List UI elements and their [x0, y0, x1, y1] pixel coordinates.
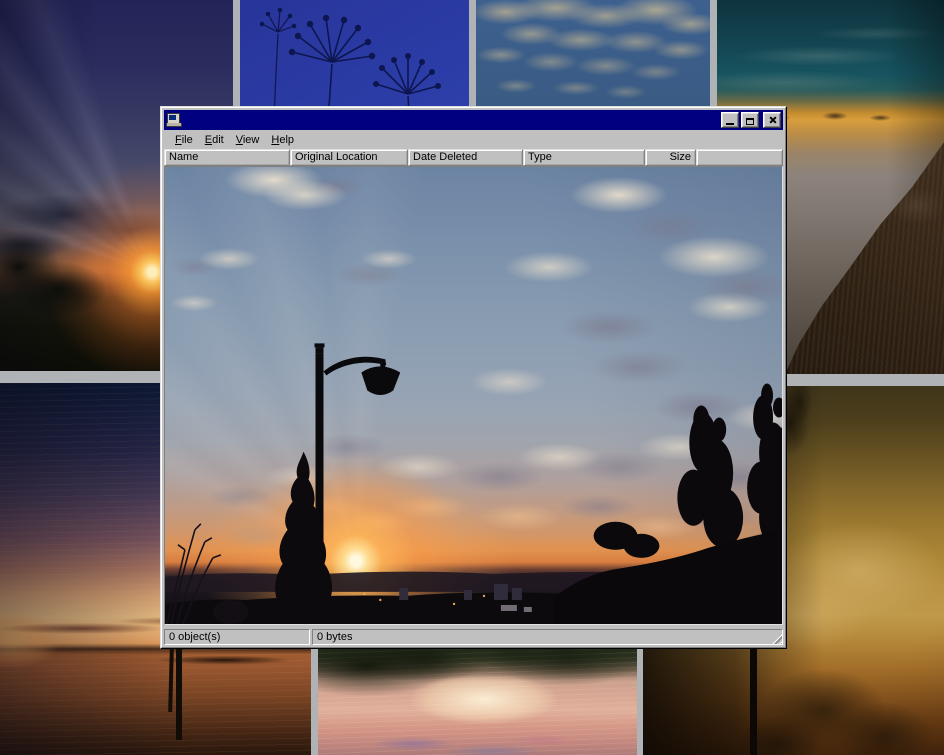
maximize-icon	[746, 118, 754, 125]
menu-view[interactable]: View	[230, 133, 266, 147]
menu-help[interactable]: Help	[265, 133, 300, 147]
column-header-filler	[696, 149, 783, 166]
column-header-date-deleted[interactable]: Date Deleted	[408, 149, 523, 166]
lake-pole-silhouette	[168, 648, 174, 712]
maximize-button[interactable]	[741, 112, 759, 128]
sunset-lamp-photo	[165, 167, 782, 624]
column-header-name[interactable]: Name	[164, 149, 290, 166]
menu-file[interactable]: File	[169, 133, 199, 147]
close-icon	[768, 116, 777, 124]
column-header-original-location[interactable]: Original Location	[290, 149, 408, 166]
column-header-row: Name Original Location Date Deleted Type…	[164, 149, 783, 166]
column-header-size[interactable]: Size	[645, 149, 696, 166]
status-object-count: 0 object(s)	[164, 629, 310, 645]
pole-silhouette	[750, 649, 757, 755]
status-bar: 0 object(s) 0 bytes	[164, 627, 783, 645]
desktop: File Edit View Help Name Original Locati…	[0, 0, 944, 755]
computer-icon	[166, 113, 181, 127]
menu-edit[interactable]: Edit	[199, 133, 230, 147]
minimize-icon	[726, 123, 734, 125]
window-titlebar[interactable]	[164, 110, 783, 130]
lake-pole-silhouette	[176, 648, 182, 740]
resize-grip[interactable]	[770, 632, 782, 644]
menu-bar: File Edit View Help	[164, 130, 783, 149]
column-header-type[interactable]: Type	[523, 149, 645, 166]
recycle-bin-window: File Edit View Help Name Original Locati…	[160, 106, 787, 649]
photo-silhouettes	[165, 167, 782, 624]
close-button[interactable]	[763, 112, 781, 128]
list-view-area	[164, 166, 783, 625]
right-trees-silhouette	[594, 383, 782, 557]
minimize-button[interactable]	[721, 112, 739, 128]
status-size: 0 bytes	[312, 629, 783, 645]
